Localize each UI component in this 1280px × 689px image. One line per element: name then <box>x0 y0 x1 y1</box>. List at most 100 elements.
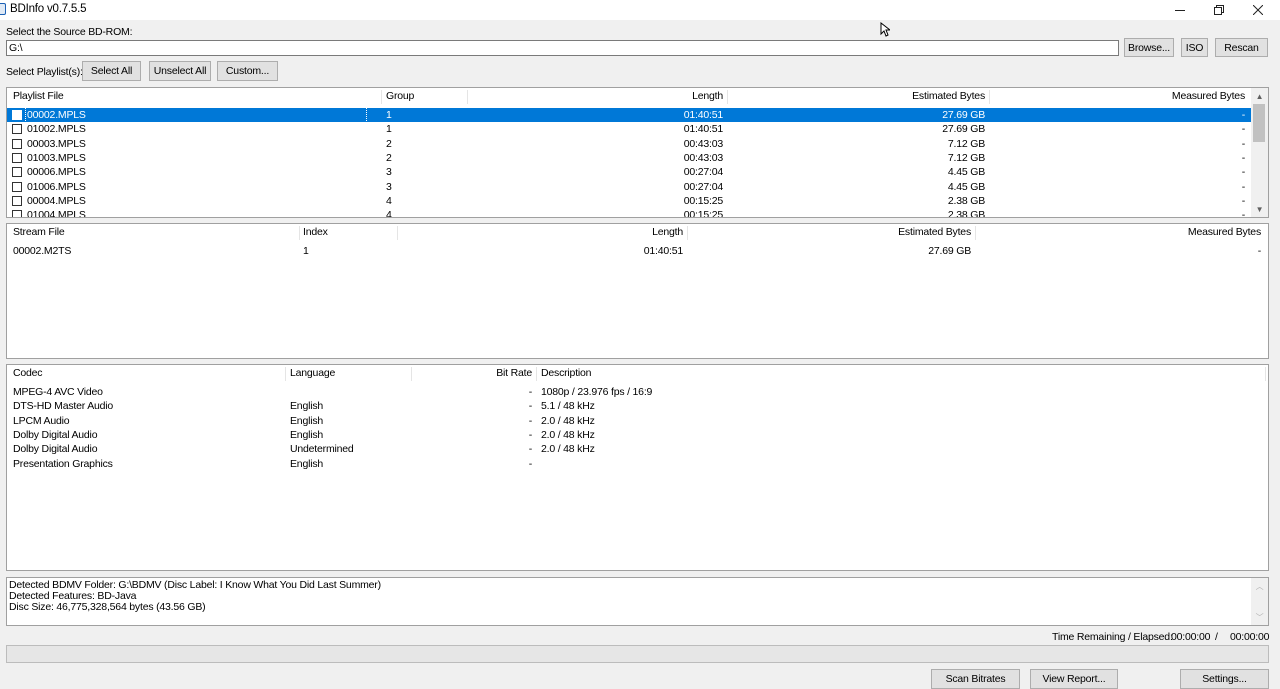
column-header-playlist-file[interactable]: Playlist File <box>13 88 373 105</box>
playlist-scrollbar[interactable]: ▲ ▼ <box>1251 88 1268 217</box>
column-divider <box>975 226 976 240</box>
column-header-language[interactable]: Language <box>290 365 410 382</box>
scan-bitrates-button[interactable]: Scan Bitrates <box>931 669 1020 689</box>
time-remaining-label: Time Remaining / Elapsed: <box>1052 631 1173 643</box>
playlist-checkbox[interactable] <box>12 124 22 135</box>
playlist-row[interactable]: 00002.MPLS 1 01:40:51 27.69 GB - <box>7 107 1252 123</box>
column-divider <box>299 226 300 240</box>
stream-file: 00002.M2TS <box>13 245 72 257</box>
playlist-length: 00:27:04 <box>683 166 723 179</box>
column-divider <box>727 90 728 104</box>
stream-measured-bytes: - <box>1257 245 1261 257</box>
source-path-input[interactable]: G:\ <box>6 40 1119 56</box>
stream-row[interactable]: 00002.M2TS 1 01:40:51 27.69 GB - <box>7 244 1268 258</box>
column-header-estimated-bytes[interactable]: Estimated Bytes <box>729 88 985 105</box>
column-header-codec[interactable]: Codec <box>13 365 283 382</box>
codec-row[interactable]: MPEG-4 AVC Video -1080p / 23.976 fps / 16… <box>7 385 1268 399</box>
playlist-checkbox[interactable] <box>12 195 22 206</box>
playlist-file: 01004.MPLS <box>27 209 86 218</box>
codec-language: English <box>290 414 324 427</box>
playlist-measured-bytes: - <box>1241 109 1245 121</box>
column-header-length[interactable]: Length <box>399 224 683 241</box>
playlist-length: 00:43:03 <box>683 151 723 164</box>
column-header-stream-file[interactable]: Stream File <box>13 224 293 241</box>
restore-button[interactable] <box>1200 0 1238 20</box>
title-bar[interactable]: BDInfo v0.7.5.5 <box>0 0 1280 20</box>
disc-info-text: Detected BDMV Folder: G:\BDMV (Disc Labe… <box>9 580 381 613</box>
column-divider <box>285 367 286 381</box>
playlist-file: 00004.MPLS <box>27 194 86 207</box>
playlist-row[interactable]: 01006.MPLS 3 00:27:04 4.45 GB - <box>7 180 1252 194</box>
iso-button[interactable]: ISO <box>1181 38 1208 57</box>
playlist-row[interactable]: 00006.MPLS 3 00:27:04 4.45 GB - <box>7 165 1252 179</box>
column-divider <box>536 367 537 381</box>
playlist-length: 00:43:03 <box>683 137 723 150</box>
column-header-length[interactable]: Length <box>469 88 723 105</box>
browse-button[interactable]: Browse... <box>1124 38 1174 57</box>
codec-name: MPEG-4 AVC Video <box>13 386 103 398</box>
playlist-group: 1 <box>386 109 392 121</box>
scroll-up-arrow-icon[interactable]: ▲ <box>1251 88 1268 104</box>
codec-row[interactable]: DTS-HD Master Audio English -5.1 / 48 kHz <box>7 399 1268 413</box>
playlist-checkbox[interactable] <box>12 152 22 163</box>
info-scrollbar[interactable]: ︿ ﹀ <box>1251 578 1268 625</box>
playlist-select-label: Select Playlist(s): <box>6 66 83 78</box>
column-header-description[interactable]: Description <box>541 365 941 382</box>
playlist-row[interactable]: 01003.MPLS 2 00:43:03 7.12 GB - <box>7 151 1252 165</box>
settings-button[interactable]: Settings... <box>1180 669 1269 689</box>
info-line-disc-size: Disc Size: 46,775,328,564 bytes (43.56 G… <box>9 601 206 613</box>
codec-row[interactable]: Presentation Graphics English - <box>7 457 1268 471</box>
rescan-button[interactable]: Rescan <box>1215 38 1268 57</box>
restore-icon <box>1214 5 1224 15</box>
column-header-estimated-bytes[interactable]: Estimated Bytes <box>689 224 971 241</box>
playlist-estimated-bytes: 7.12 GB <box>947 151 985 164</box>
codec-language: English <box>290 428 324 441</box>
column-divider <box>411 367 412 381</box>
scroll-down-arrow-icon[interactable]: ▼ <box>1251 201 1268 217</box>
playlist-measured-bytes: - <box>1241 137 1245 150</box>
playlist-row[interactable]: 01004.MPLS 4 00:15:25 2.38 GB - <box>7 208 1252 218</box>
playlist-row[interactable]: 00003.MPLS 2 00:43:03 7.12 GB - <box>7 137 1252 151</box>
playlist-checkbox[interactable] <box>12 110 22 120</box>
column-divider <box>381 90 382 104</box>
playlist-length: 00:15:25 <box>683 209 723 218</box>
codec-row[interactable]: Dolby Digital Audio English -2.0 / 48 kHz <box>7 428 1268 442</box>
playlist-estimated-bytes: 4.45 GB <box>947 180 985 193</box>
column-header-index[interactable]: Index <box>303 224 393 241</box>
column-divider <box>397 226 398 240</box>
codec-description <box>541 457 941 471</box>
playlist-row[interactable]: 00004.MPLS 4 00:15:25 2.38 GB - <box>7 194 1252 208</box>
stream-list[interactable]: Stream File Index Length Estimated Bytes… <box>6 223 1269 359</box>
unselect-all-button[interactable]: Unselect All <box>149 61 211 81</box>
playlist-file: 00006.MPLS <box>27 166 86 179</box>
custom-button[interactable]: Custom... <box>217 61 278 81</box>
codec-bit-rate: - <box>528 428 532 441</box>
scrollbar-thumb[interactable] <box>1253 104 1265 142</box>
codec-name: DTS-HD Master Audio <box>13 400 114 413</box>
playlist-group: 3 <box>386 180 392 193</box>
minimize-button[interactable] <box>1161 0 1199 20</box>
column-header-measured-bytes[interactable]: Measured Bytes <box>977 224 1261 241</box>
codec-bit-rate: - <box>528 400 532 413</box>
playlist-list[interactable]: Playlist File Group Length Estimated Byt… <box>6 87 1269 218</box>
codec-list[interactable]: Codec Language Bit Rate Description MPEG… <box>6 364 1269 571</box>
playlist-checkbox[interactable] <box>12 138 22 149</box>
scroll-up-arrow-icon[interactable]: ︿ <box>1251 578 1268 594</box>
column-header-measured-bytes[interactable]: Measured Bytes <box>991 88 1245 105</box>
select-all-button[interactable]: Select All <box>82 61 141 81</box>
playlist-file: 00002.MPLS <box>25 107 367 123</box>
view-report-button[interactable]: View Report... <box>1030 669 1118 689</box>
playlist-checkbox[interactable] <box>12 167 22 178</box>
codec-row[interactable]: Dolby Digital Audio Undetermined -2.0 / 48… <box>7 442 1268 456</box>
disc-info-textbox[interactable]: Detected BDMV Folder: G:\BDMV (Disc Labe… <box>6 577 1269 626</box>
playlist-checkbox[interactable] <box>12 210 22 217</box>
playlist-checkbox[interactable] <box>12 181 22 192</box>
column-header-group[interactable]: Group <box>386 88 466 105</box>
close-button[interactable] <box>1239 0 1277 20</box>
playlist-row[interactable]: 01002.MPLS 1 01:40:51 27.69 GB - <box>7 122 1252 136</box>
scroll-down-arrow-icon[interactable]: ﹀ <box>1251 609 1268 625</box>
playlist-length: 01:40:51 <box>683 123 723 136</box>
column-header-bit-rate[interactable]: Bit Rate <box>413 365 532 382</box>
playlist-estimated-bytes: 4.45 GB <box>947 166 985 179</box>
codec-row[interactable]: LPCM Audio English -2.0 / 48 kHz <box>7 414 1268 428</box>
